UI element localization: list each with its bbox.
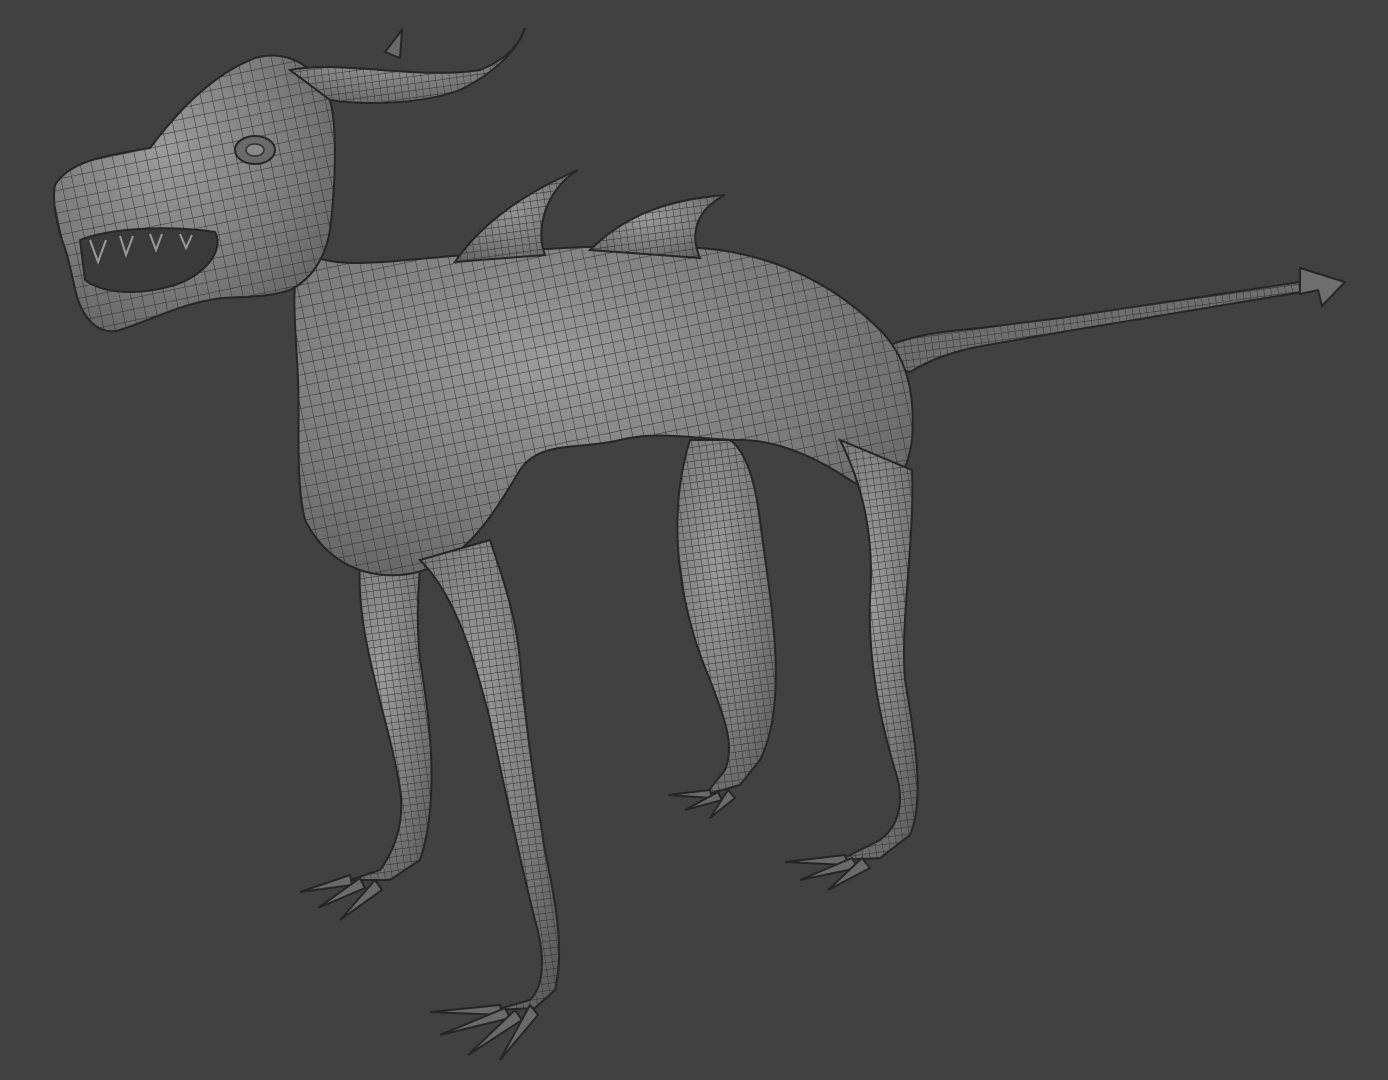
3d-viewport[interactable]: [0, 0, 1388, 1080]
viewport-canvas[interactable]: [0, 0, 1388, 1080]
